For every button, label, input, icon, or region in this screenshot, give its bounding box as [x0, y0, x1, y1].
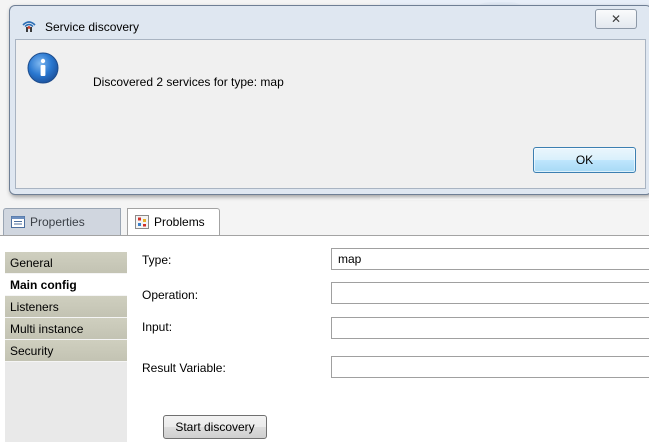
service-discovery-icon [21, 19, 37, 33]
problems-icon [135, 215, 149, 229]
section-tabs: General Main config Listeners Multi inst… [5, 252, 127, 442]
service-discovery-dialog: Service discovery ✕ Discovered 2 service… [9, 5, 649, 195]
result-variable-input[interactable] [331, 356, 649, 378]
input-label: Input: [142, 320, 173, 334]
section-tab-security[interactable]: Security [5, 340, 127, 362]
operation-label: Operation: [142, 288, 199, 302]
tab-problems-label: Problems [154, 215, 205, 229]
app-window: Service discovery ✕ Discovered 2 service… [0, 0, 649, 442]
properties-panel: General Main config Listeners Multi inst… [0, 235, 649, 442]
information-icon [27, 52, 59, 84]
type-label: Type: [142, 253, 172, 267]
tab-problems[interactable]: Problems [127, 208, 220, 235]
tab-properties-label: Properties [30, 215, 85, 229]
dialog-title: Service discovery [45, 20, 140, 34]
dialog-message: Discovered 2 services for type: map [93, 75, 284, 89]
dialog-body: Discovered 2 services for type: map OK [15, 39, 646, 189]
section-tab-main-config[interactable]: Main config [5, 274, 127, 296]
tab-properties[interactable]: Properties [3, 208, 121, 235]
input-field[interactable] [331, 317, 649, 339]
properties-icon [11, 215, 25, 229]
result-variable-label: Result Variable: [142, 361, 226, 375]
section-tab-listeners[interactable]: Listeners [5, 296, 127, 318]
view-tab-bar: Properties Problems [0, 205, 649, 235]
close-button[interactable]: ✕ [595, 9, 637, 29]
section-tab-multi-instance[interactable]: Multi instance [5, 318, 127, 340]
type-input[interactable] [331, 248, 649, 270]
ok-button[interactable]: OK [533, 147, 636, 173]
dialog-titlebar[interactable]: Service discovery ✕ [10, 6, 649, 38]
start-discovery-button[interactable]: Start discovery [163, 415, 267, 439]
section-tab-general[interactable]: General [5, 252, 127, 274]
close-icon: ✕ [610, 12, 622, 26]
operation-input[interactable] [331, 282, 649, 304]
